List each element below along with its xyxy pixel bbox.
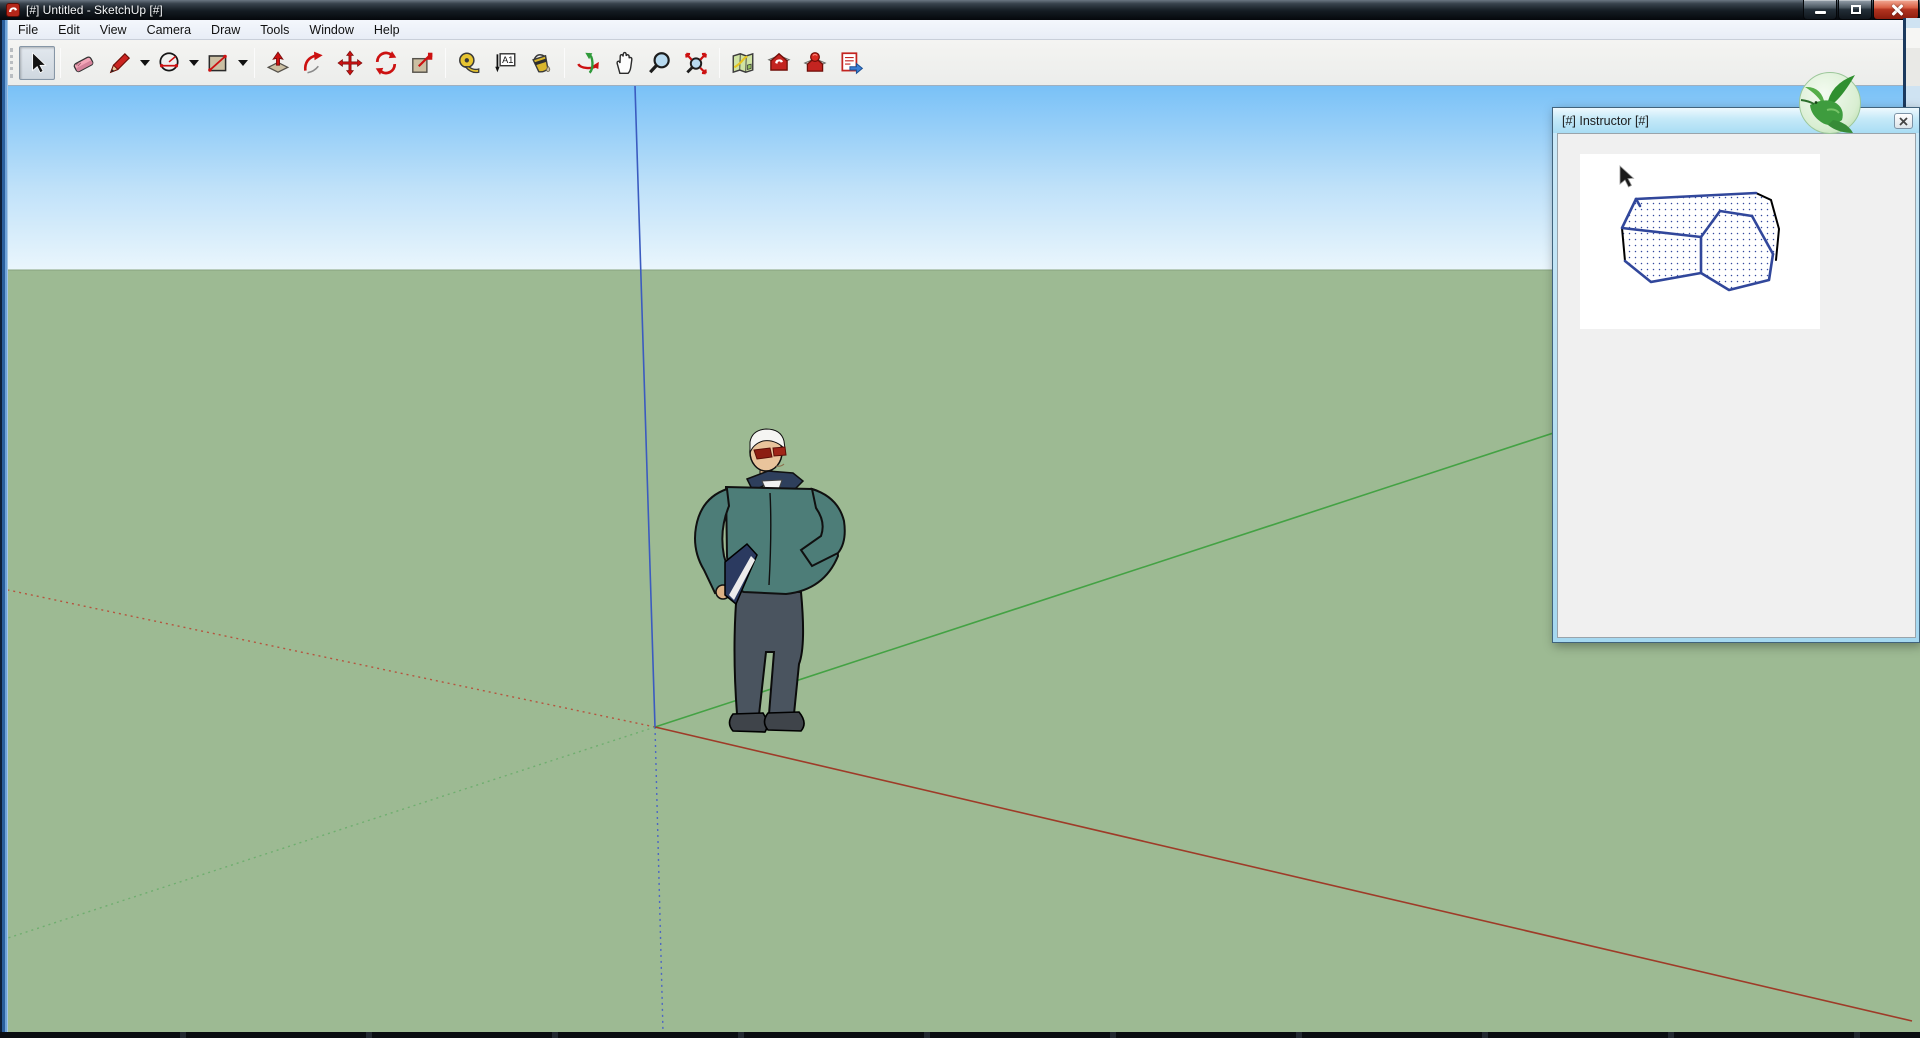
rotate-tool-button[interactable]: [368, 46, 404, 80]
maximize-button[interactable]: [1838, 0, 1872, 20]
house-wireframe-icon: [1580, 154, 1820, 329]
toolbar-separator: [564, 48, 565, 78]
instructor-panel: [#] Instructor [#]: [1552, 107, 1920, 643]
menu-tools[interactable]: Tools: [250, 21, 299, 39]
move-icon: [337, 50, 363, 76]
scale-icon: [409, 50, 435, 76]
rotate-icon: [373, 50, 399, 76]
close-icon: [1891, 4, 1903, 16]
arc-tool-button[interactable]: [151, 46, 187, 80]
pan-tool-button[interactable]: [606, 46, 642, 80]
bottom-edge: [0, 1032, 1920, 1038]
figure-sunglasses: [754, 448, 772, 459]
menu-window[interactable]: Window: [299, 21, 363, 39]
menu-view[interactable]: View: [90, 21, 137, 39]
svg-text:A1: A1: [502, 55, 513, 65]
close-x-icon: [1899, 117, 1908, 126]
maximize-icon: [1851, 5, 1861, 14]
orbit-icon: [575, 50, 601, 76]
get-models-button[interactable]: [761, 46, 797, 80]
map-icon: [730, 50, 756, 76]
sketchup-window: [#] Untitled - SketchUp [#] File Edit Vi…: [0, 0, 1920, 1038]
figure-right-shoe: [765, 712, 805, 731]
share-component-button[interactable]: [833, 46, 869, 80]
rectangle-tool-dropdown[interactable]: [236, 46, 249, 80]
menu-edit[interactable]: Edit: [48, 21, 90, 39]
instructor-title: [#] Instructor [#]: [1562, 114, 1649, 128]
followme-tool-button[interactable]: [296, 46, 332, 80]
cursor-arrow-icon: [1620, 166, 1634, 187]
figure-left-shoe: [730, 713, 768, 732]
instructor-titlebar[interactable]: [#] Instructor [#]: [1553, 108, 1919, 133]
share-model-button[interactable]: [797, 46, 833, 80]
toolbar-separator: [719, 48, 720, 78]
move-tool-button[interactable]: [332, 46, 368, 80]
minimize-button[interactable]: [1803, 0, 1837, 20]
chevron-down-icon: [238, 60, 248, 66]
minimize-icon: [1815, 11, 1826, 14]
figure-sunglasses-lens: [773, 447, 786, 456]
tape-measure-tool-button[interactable]: [451, 46, 487, 80]
arc-tool-dropdown[interactable]: [187, 46, 200, 80]
menu-camera[interactable]: Camera: [137, 21, 201, 39]
pencil-icon: [107, 50, 133, 76]
line-tool-dropdown[interactable]: [138, 46, 151, 80]
select-tool-button[interactable]: [19, 46, 55, 80]
hummingbird-icon: [1797, 70, 1863, 136]
text-icon: A1: [492, 50, 518, 76]
paint-bucket-tool-button[interactable]: [523, 46, 559, 80]
sketchup-app-icon: [6, 3, 20, 17]
chevron-down-icon: [140, 60, 150, 66]
text-tool-button[interactable]: A1: [487, 46, 523, 80]
followme-icon: [301, 50, 327, 76]
zoom-tool-button[interactable]: [642, 46, 678, 80]
arc-icon: [156, 50, 182, 76]
add-location-button[interactable]: [725, 46, 761, 80]
toolbar-separator: [254, 48, 255, 78]
share-model-icon: [802, 50, 828, 76]
rectangle-icon: [205, 50, 231, 76]
eraser-icon: [71, 50, 97, 76]
scale-tool-button[interactable]: [404, 46, 440, 80]
toolbar-separator: [60, 48, 61, 78]
toolbar: A1: [0, 40, 1920, 86]
close-button[interactable]: [1873, 0, 1919, 20]
toolbar-drag-handle[interactable]: [10, 48, 13, 78]
line-tool-button[interactable]: [102, 46, 138, 80]
get-models-icon: [766, 50, 792, 76]
pan-hand-icon: [611, 50, 637, 76]
paint-bucket-icon: [528, 50, 554, 76]
tape-measure-icon: [456, 50, 482, 76]
chevron-down-icon: [189, 60, 199, 66]
instructor-illustration: [1580, 154, 1820, 329]
pushpull-tool-button[interactable]: [260, 46, 296, 80]
green-hummingbird-badge: [1797, 70, 1863, 136]
zoom-extents-icon: [683, 50, 709, 76]
menu-help[interactable]: Help: [364, 21, 410, 39]
share-component-icon: [838, 50, 864, 76]
pushpull-icon: [265, 50, 291, 76]
orbit-tool-button[interactable]: [570, 46, 606, 80]
zoom-icon: [647, 50, 673, 76]
window-title: [#] Untitled - SketchUp [#]: [26, 3, 163, 17]
window-left-border: [0, 20, 8, 1038]
zoom-extents-tool-button[interactable]: [678, 46, 714, 80]
menu-draw[interactable]: Draw: [201, 21, 250, 39]
eraser-tool-button[interactable]: [66, 46, 102, 80]
instructor-close-button[interactable]: [1894, 113, 1913, 129]
menu-file[interactable]: File: [8, 21, 48, 39]
instructor-content: [1557, 133, 1916, 638]
titlebar: [#] Untitled - SketchUp [#]: [0, 0, 1920, 20]
background-window-edge: [1903, 18, 1920, 110]
select-arrow-icon: [24, 50, 50, 76]
menubar: File Edit View Camera Draw Tools Window …: [0, 20, 1920, 40]
toolbar-separator: [445, 48, 446, 78]
rectangle-tool-button[interactable]: [200, 46, 236, 80]
